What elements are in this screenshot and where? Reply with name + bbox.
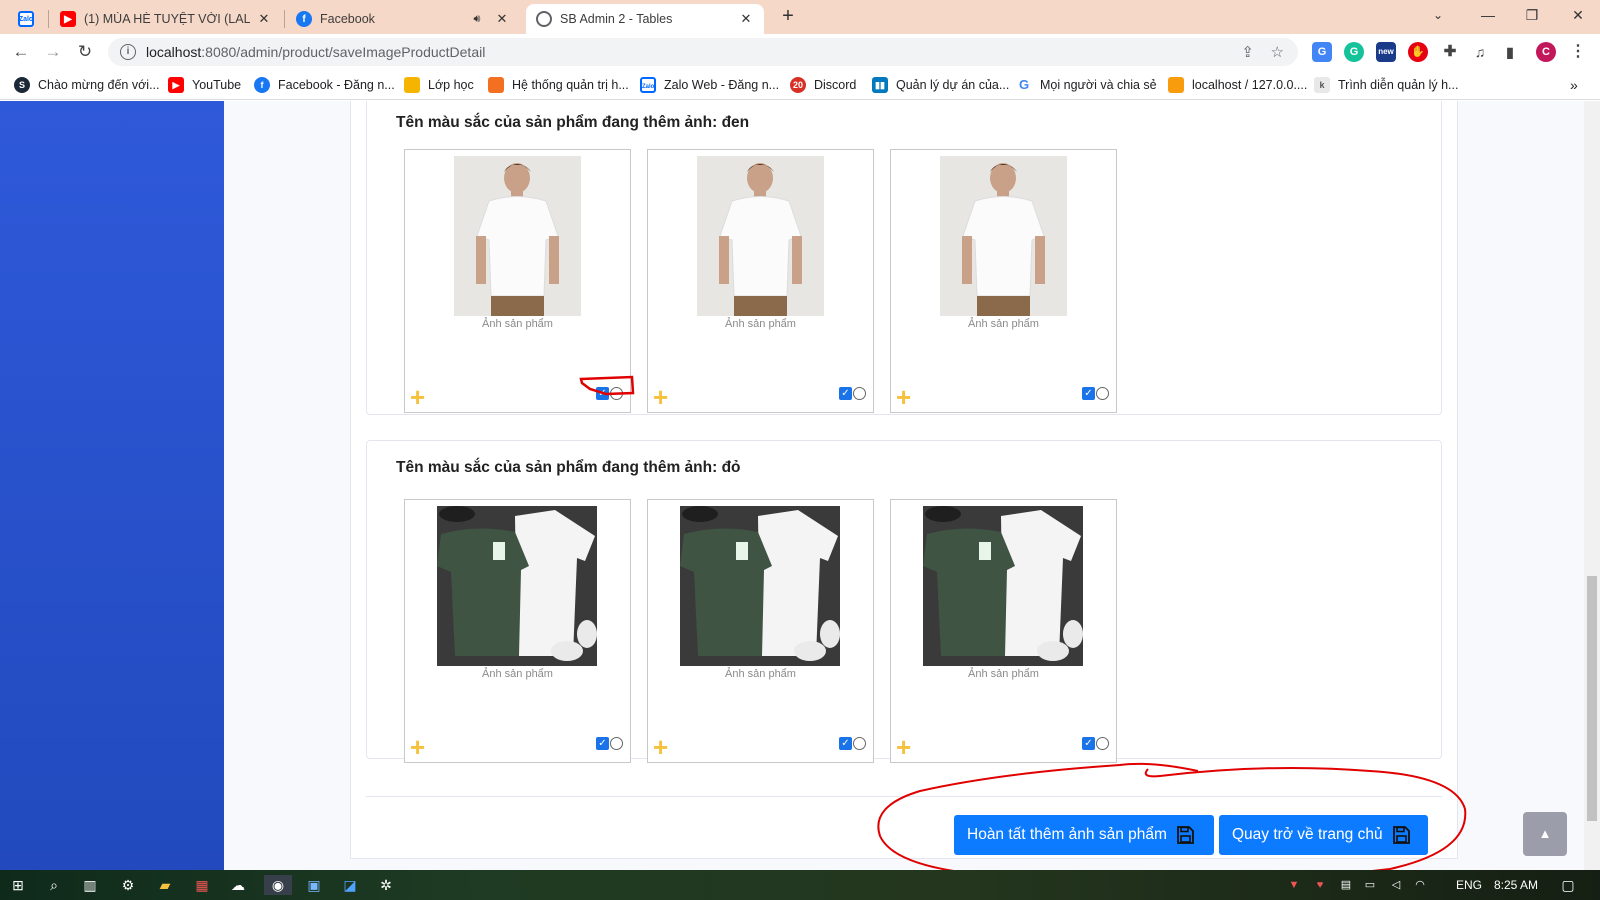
red-annotation-overlay [579, 375, 1467, 870]
zalo-icon: Zalo [640, 77, 656, 93]
bookmark-item[interactable]: k Trình diễn quản lý h... [1314, 75, 1458, 95]
browser-toolbar: ← → ↻ i localhost:8080/admin/product/sav… [0, 34, 1600, 70]
bookmark-item[interactable]: ▮▮ Quản lý dự án của... [872, 75, 1009, 95]
new-extension-icon[interactable]: new [1376, 42, 1396, 62]
close-icon[interactable]: ✕ [256, 11, 272, 27]
grammarly-extension-icon[interactable]: G [1344, 42, 1364, 62]
facebook-icon: f [296, 11, 312, 27]
battery-icon[interactable]: ▭ [1360, 875, 1380, 895]
wifi-icon[interactable]: ◠ [1410, 875, 1430, 895]
tab-label: (1) MÙA HÈ TUYỆT VỜI (LALAWO [84, 12, 250, 26]
phpmyadmin-icon [1168, 77, 1184, 93]
language-indicator[interactable]: ENG [1456, 878, 1482, 892]
app-icon[interactable]: ☁ [228, 875, 248, 895]
share-icon[interactable]: ⇪ [1241, 43, 1254, 61]
tab-zalo[interactable]: Zalo [8, 4, 48, 34]
trello-icon: ▮▮ [872, 77, 888, 93]
close-icon[interactable]: ✕ [494, 11, 510, 27]
bookmark-item[interactable]: Lớp học [404, 75, 474, 95]
task-view-icon[interactable]: ▥ [80, 875, 100, 895]
youtube-icon: ▶ [168, 77, 184, 93]
speaker-icon[interactable]: 🔊︎ [466, 13, 488, 26]
bookmark-item[interactable]: ▶ YouTube [168, 75, 241, 95]
tab-facebook[interactable]: f Facebook 🔊︎ ✕ [286, 4, 520, 34]
chrome-icon[interactable]: ◉ [264, 875, 292, 895]
app-icon[interactable]: ⚙ [118, 875, 138, 895]
app-icon[interactable]: ▣ [304, 875, 324, 895]
volume-icon[interactable]: ◁ [1386, 875, 1406, 895]
minimize-button[interactable]: — [1466, 0, 1510, 30]
tab-search-chevron-icon[interactable]: ⌄ [1416, 0, 1460, 30]
bookmark-star-icon[interactable]: ☆ [1271, 43, 1284, 61]
bookmark-item[interactable]: G Mọi người và chia sẻ [1016, 75, 1157, 95]
globe-icon [536, 11, 552, 27]
tray-icon[interactable]: ♥ [1310, 875, 1330, 895]
more-menu-icon[interactable]: ⋮ [1568, 42, 1588, 62]
address-bar[interactable]: i localhost:8080/admin/product/saveImage… [108, 38, 1298, 66]
zalo-icon: Zalo [18, 11, 34, 27]
adblock-extension-icon[interactable]: ✋ [1408, 42, 1428, 62]
windows-start-icon[interactable]: ⊞ [8, 875, 28, 895]
app-icon[interactable]: ◪ [340, 875, 360, 895]
back-icon[interactable]: ← [8, 39, 34, 65]
translate-extension-icon[interactable]: G [1312, 42, 1332, 62]
tab-sb-admin[interactable]: SB Admin 2 - Tables ✕ [526, 4, 764, 34]
bookmark-item[interactable]: localhost / 127.0.0.... [1168, 75, 1307, 95]
steam-icon: S [14, 77, 30, 93]
app-icon[interactable]: ▦ [192, 875, 212, 895]
page-content: Tên màu sắc của sản phẩm đang thêm ảnh: … [0, 101, 1600, 870]
tab-label: Facebook [320, 12, 375, 26]
restore-button[interactable]: ❐ [1510, 0, 1554, 30]
browser-tab-bar: Zalo ▶ (1) MÙA HÈ TUYỆT VỜI (LALAWO ✕ f … [0, 0, 1600, 34]
site-info-icon[interactable]: i [120, 44, 136, 60]
extensions-puzzle-icon[interactable]: ✚ [1440, 42, 1460, 62]
profile-avatar[interactable]: C [1536, 42, 1556, 62]
search-icon[interactable]: ⌕ [44, 875, 64, 895]
tab-label: SB Admin 2 - Tables [560, 12, 673, 26]
discord-icon: 20 [790, 77, 806, 93]
address-url[interactable]: localhost:8080/admin/product/saveImagePr… [146, 44, 485, 60]
google-icon: G [1016, 77, 1032, 93]
youtube-icon: ▶ [60, 11, 76, 27]
settings-icon[interactable]: ✲ [376, 875, 396, 895]
classroom-icon [404, 77, 420, 93]
forward-icon[interactable]: → [40, 39, 66, 65]
clock[interactable]: 8:25 AM [1494, 878, 1538, 892]
window-close-button[interactable]: ✕ [1556, 0, 1600, 30]
k-icon: k [1314, 77, 1330, 93]
bookmark-item[interactable]: Hệ thống quản trị h... [488, 75, 629, 95]
new-tab-button[interactable]: + [776, 5, 800, 29]
bookmark-item[interactable]: S Chào mừng đến với... [14, 75, 159, 95]
facebook-icon: f [254, 77, 270, 93]
os-taskbar: ⊞ ⌕ ▥ ⚙ ▰ ▦ ☁ ◉ ▣ ◪ ✲ ▼ ♥ ▤ ▭ ◁ ◠ ENG 8:… [0, 870, 1600, 900]
close-icon[interactable]: ✕ [738, 11, 754, 27]
notifications-icon[interactable]: ▢ [1558, 875, 1578, 895]
tray-icon[interactable]: ▼ [1284, 875, 1304, 895]
bookmark-item[interactable]: f Facebook - Đăng n... [254, 75, 395, 95]
tray-icon[interactable]: ▤ [1336, 875, 1356, 895]
file-explorer-icon[interactable]: ▰ [155, 875, 175, 895]
annotation-checkbox-highlight [579, 375, 635, 396]
bookmark-item[interactable]: Zalo Zalo Web - Đăng n... [640, 75, 779, 95]
bookmarks-bar: S Chào mừng đến với... ▶ YouTube f Facebook… [0, 70, 1600, 100]
bookmark-item[interactable]: 20 Discord [790, 75, 856, 95]
fpt-icon [488, 77, 504, 93]
side-panel-icon[interactable]: ▮ [1500, 42, 1520, 62]
reload-icon[interactable]: ↻ [72, 39, 98, 65]
tab-youtube[interactable]: ▶ (1) MÙA HÈ TUYỆT VỜI (LALAWO ✕ [50, 4, 282, 34]
media-control-icon[interactable]: ♫ [1470, 42, 1490, 62]
bookmarks-overflow-icon[interactable]: » [1570, 75, 1578, 95]
annotation-buttons-circle [877, 762, 1467, 870]
